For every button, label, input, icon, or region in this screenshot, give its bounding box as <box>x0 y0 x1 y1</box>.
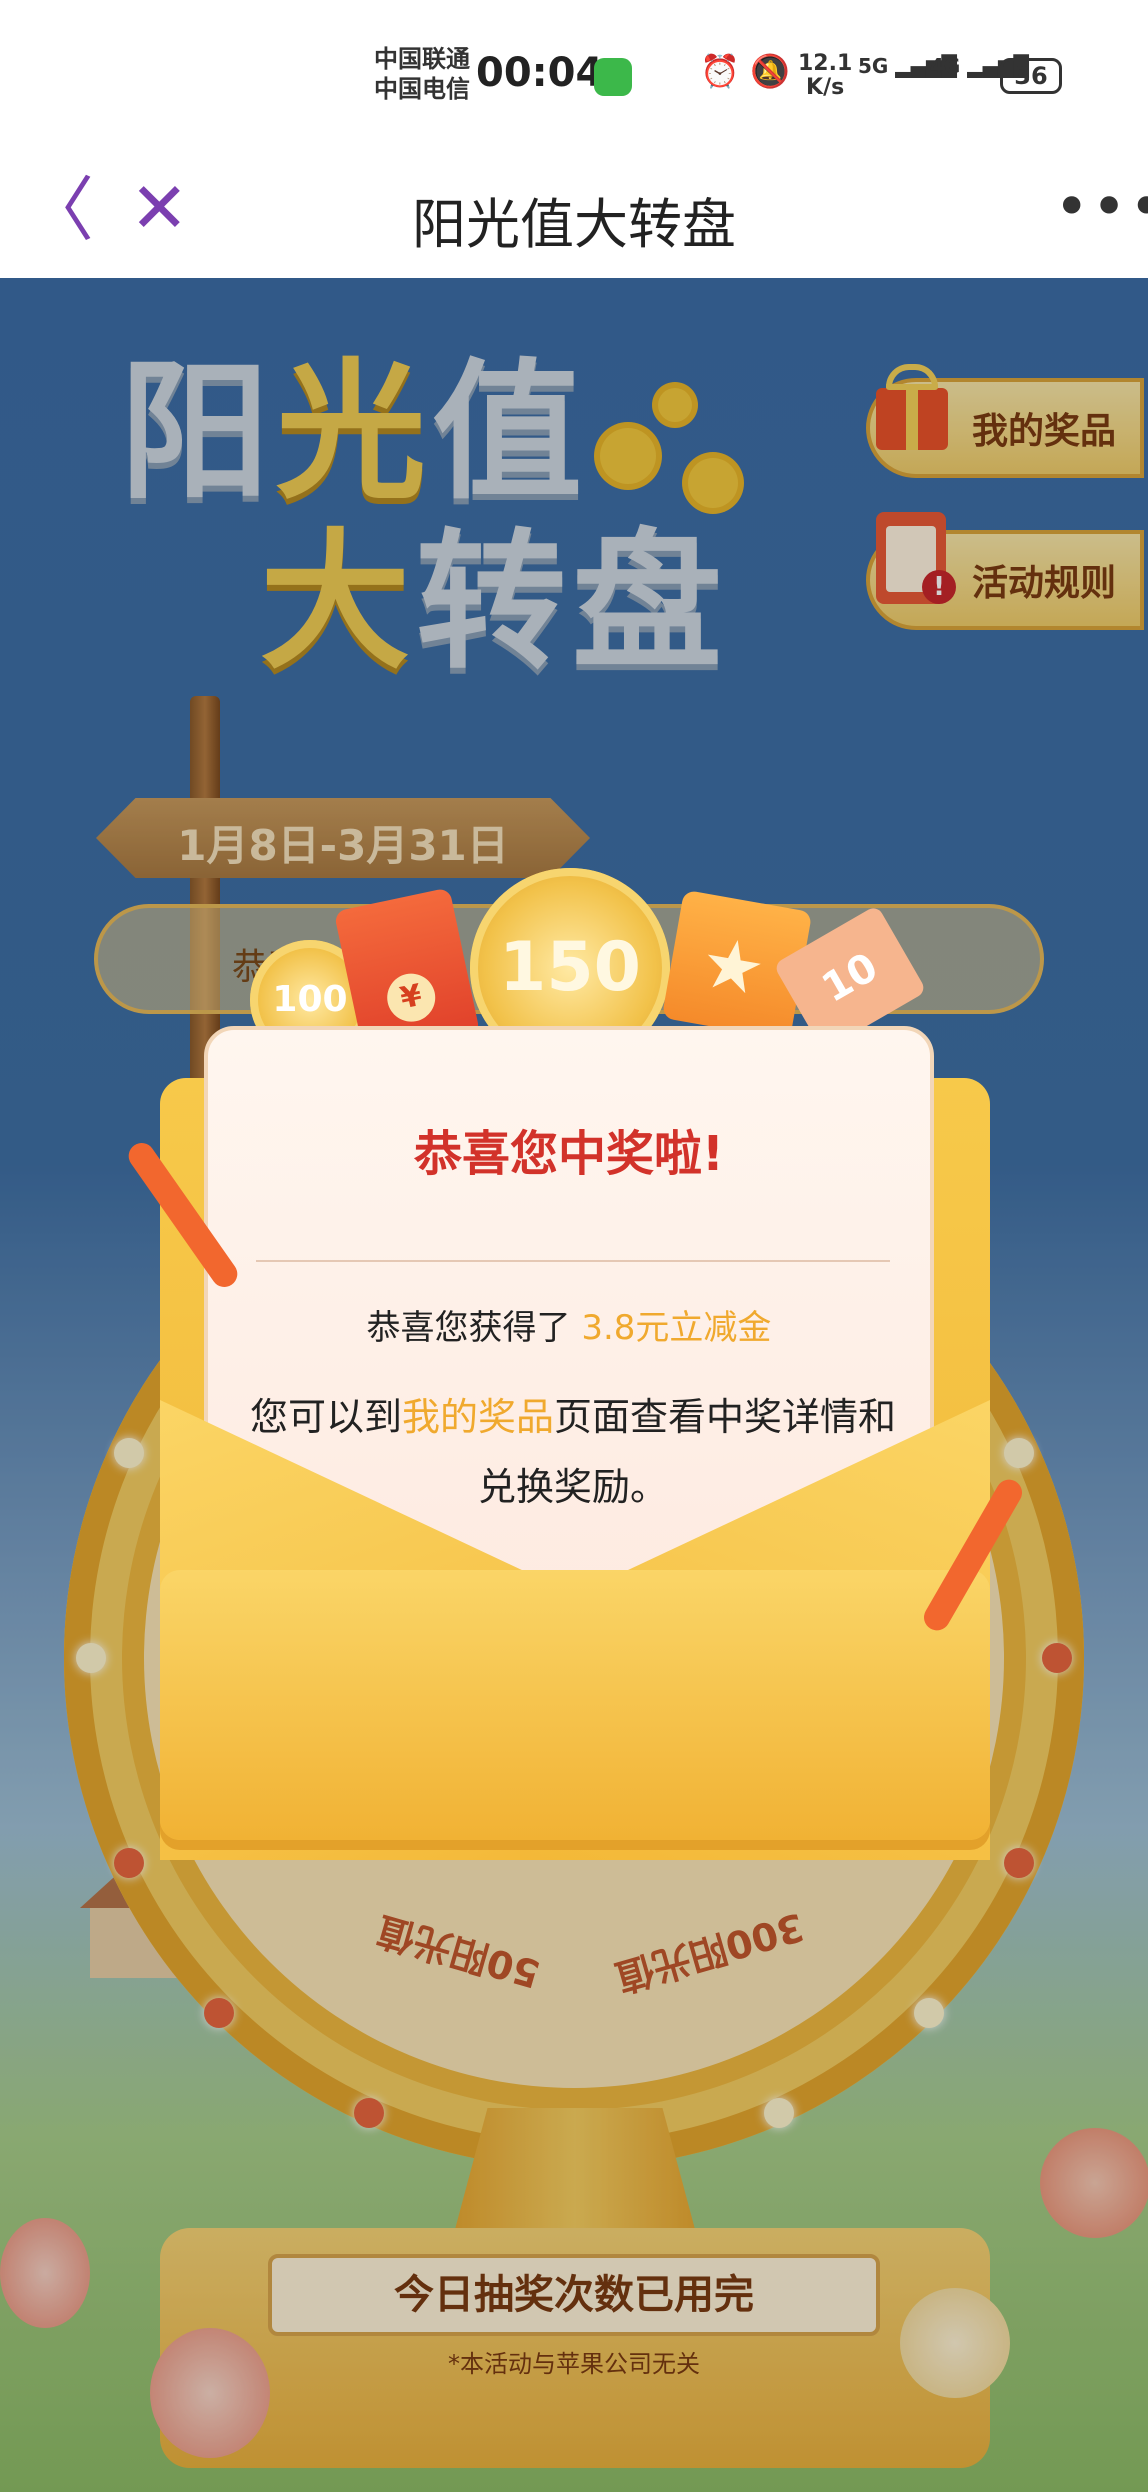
page-title: 阳光值大转盘 <box>412 193 736 256</box>
more-menu-button[interactable]: ••• <box>1054 172 1148 242</box>
carrier-2: 中国电信 <box>374 75 470 103</box>
status-time: 00:04 <box>476 50 604 96</box>
prize-line: 恭喜您获得了 3.8元立减金 <box>208 1300 930 1349</box>
status-icons: ⏰ 🔕 <box>700 52 790 90</box>
prize-value: 3.8元立减金 <box>581 1308 772 1348</box>
net-speed: 12.1 K/s <box>798 52 852 100</box>
net-speed-unit: K/s <box>806 75 845 100</box>
net-speed-value: 12.1 <box>798 51 853 76</box>
carrier-labels: 中国联通 中国电信 <box>374 44 470 104</box>
dialog-title: 恭喜您中奖啦! <box>414 1126 724 1182</box>
prize-prefix: 恭喜您获得了 <box>366 1308 582 1348</box>
status-bar: 中国联通 中国电信 00:04 ⏰ 🔕 12.1 K/s 5G ▂▄▆█ 4G … <box>0 0 1148 150</box>
dialog-divider <box>256 1260 890 1262</box>
alarm-icon: ⏰ <box>700 52 740 90</box>
nav-bar: 〈 ✕ 阳光值大转盘 ••• <box>0 150 1148 280</box>
my-prizes-link[interactable]: 我的奖品 <box>402 1395 554 1439</box>
wechat-icon <box>594 58 632 96</box>
carrier-1: 中国联通 <box>374 45 470 73</box>
mute-icon: 🔕 <box>750 52 790 90</box>
battery-icon: 36 <box>1000 58 1062 94</box>
envelope-front[interactable] <box>160 1570 990 1840</box>
